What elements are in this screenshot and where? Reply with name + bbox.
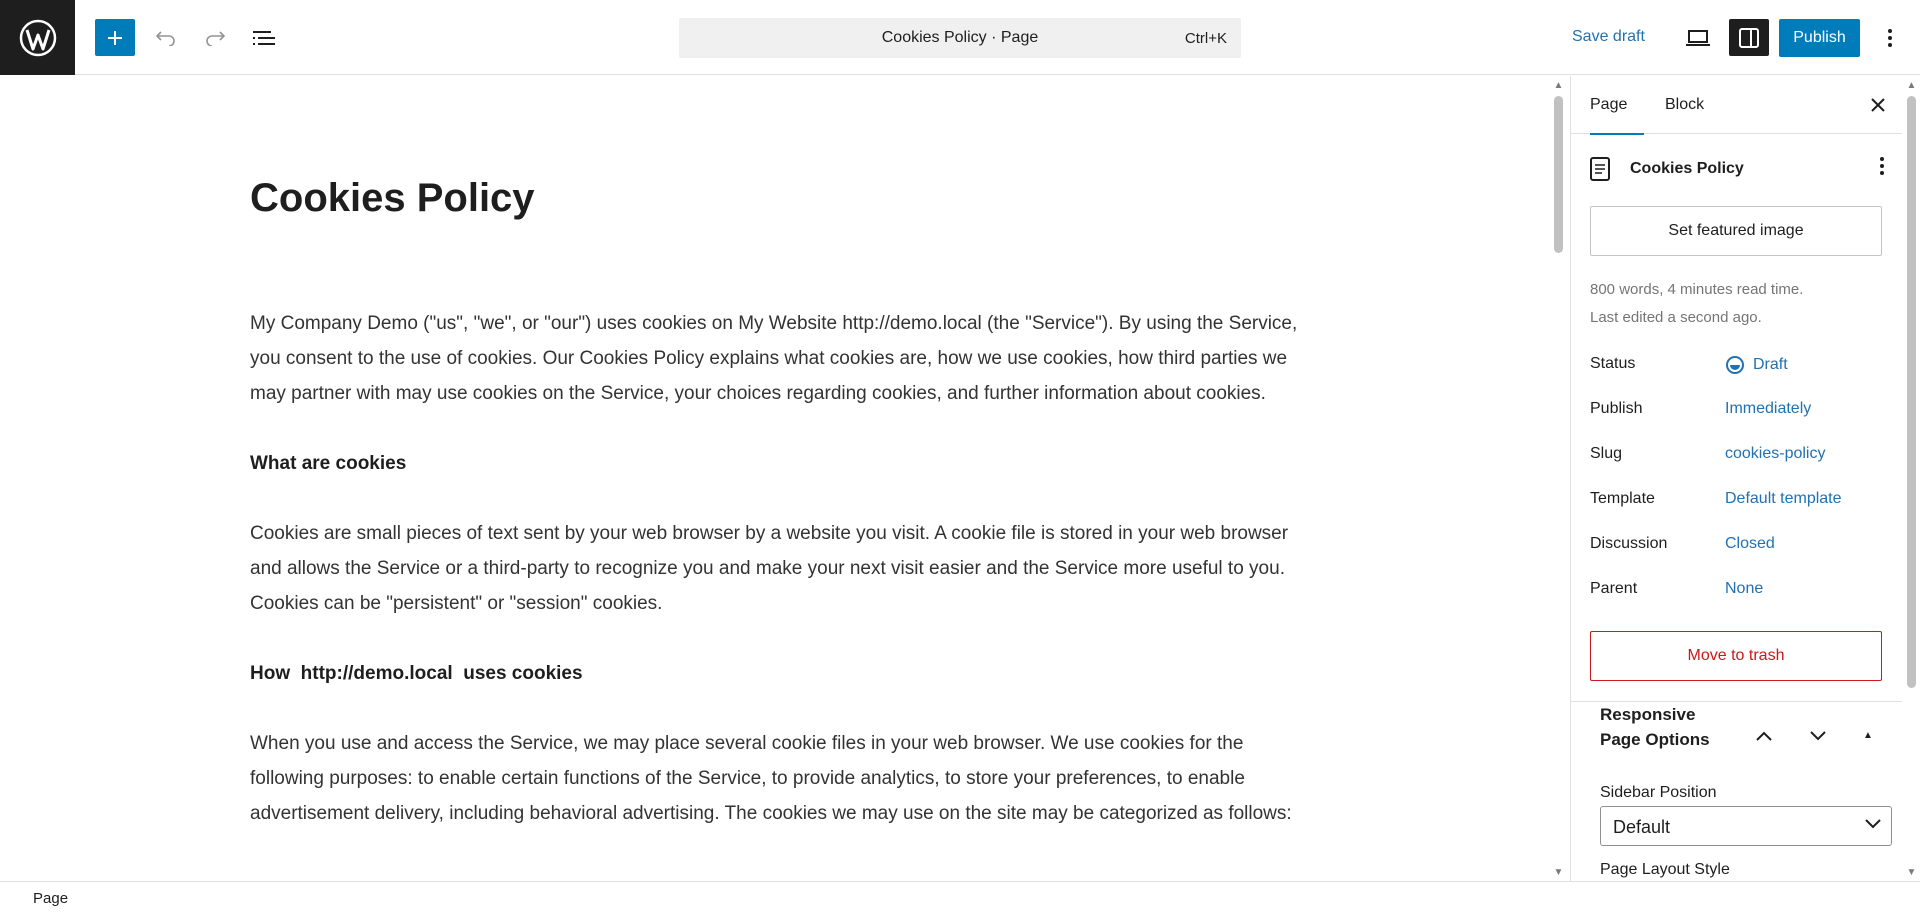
slug-label: Slug bbox=[1590, 445, 1623, 462]
kebab-menu-icon bbox=[1888, 28, 1892, 47]
row-publish: Publish Immediately bbox=[1590, 394, 1882, 424]
chevron-up-icon bbox=[1756, 731, 1772, 741]
move-panel-up-button[interactable] bbox=[1749, 721, 1779, 751]
add-block-button[interactable] bbox=[95, 19, 135, 56]
post-content: My Company Demo ("us", "we", or "our") u… bbox=[250, 306, 1310, 866]
responsive-options-title: Responsive Page Options bbox=[1600, 705, 1710, 749]
scrollbar-thumb[interactable] bbox=[1554, 96, 1563, 253]
discussion-label: Discussion bbox=[1590, 535, 1668, 552]
slug-button[interactable]: cookies-policy bbox=[1725, 445, 1825, 463]
page-icon bbox=[1590, 157, 1610, 181]
editor-header: Cookies Policy · Page Ctrl+K Save draft … bbox=[0, 0, 1920, 75]
status-value: Draft bbox=[1753, 356, 1788, 373]
row-slug: Slug cookies-policy bbox=[1590, 439, 1882, 469]
row-status: Status Draft bbox=[1590, 349, 1882, 379]
status-label: Status bbox=[1590, 355, 1636, 372]
list-view-icon bbox=[253, 30, 275, 45]
sidebar-tabs: Page Block bbox=[1571, 76, 1902, 135]
template-label: Template bbox=[1590, 490, 1655, 507]
breadcrumb-page[interactable]: Page bbox=[33, 890, 68, 907]
last-edited: Last edited a second ago. bbox=[1590, 309, 1762, 326]
post-summary-card: Cookies Policy bbox=[1590, 154, 1890, 184]
collapse-panel-toggle-icon[interactable]: ▲ bbox=[1859, 726, 1877, 744]
close-sidebar-button[interactable] bbox=[1865, 92, 1891, 118]
status-value-button[interactable]: Draft bbox=[1725, 355, 1788, 375]
redo-icon bbox=[206, 30, 226, 46]
options-menu-button[interactable] bbox=[1872, 19, 1908, 56]
tab-page[interactable]: Page bbox=[1590, 76, 1644, 135]
save-draft-button[interactable]: Save draft bbox=[1572, 28, 1645, 46]
template-button[interactable]: Default template bbox=[1725, 490, 1842, 508]
preview-button[interactable] bbox=[1680, 19, 1716, 56]
publish-label: Publish bbox=[1590, 400, 1643, 417]
scrollbar-thumb[interactable] bbox=[1907, 96, 1916, 688]
document-title-label: Cookies Policy · Page bbox=[881, 29, 1039, 46]
sidebar-scrollbar[interactable]: ▲ ▼ bbox=[1904, 76, 1919, 881]
parent-label: Parent bbox=[1590, 580, 1638, 597]
publish-button[interactable]: Publish bbox=[1779, 19, 1860, 57]
draft-status-icon bbox=[1726, 356, 1744, 374]
scroll-down-arrow-icon[interactable]: ▼ bbox=[1904, 865, 1919, 879]
heading-block[interactable]: What are cookies bbox=[250, 446, 1310, 481]
document-overview-button[interactable] bbox=[246, 19, 282, 56]
page-layout-style-label: Page Layout Style bbox=[1600, 861, 1730, 878]
publish-date-button[interactable]: Immediately bbox=[1725, 400, 1811, 418]
tab-block[interactable]: Block bbox=[1665, 76, 1715, 134]
block-breadcrumb-bar: Page bbox=[0, 881, 1920, 912]
discussion-button[interactable]: Closed bbox=[1725, 535, 1775, 553]
chevron-down-icon bbox=[1810, 731, 1826, 741]
sidebar-position-value: Default bbox=[1613, 817, 1671, 837]
settings-toggle-button[interactable] bbox=[1729, 19, 1769, 56]
command-palette-bar[interactable]: Cookies Policy · Page Ctrl+K bbox=[679, 18, 1241, 58]
wordpress-logo-icon[interactable] bbox=[0, 0, 75, 75]
chevron-down-icon bbox=[1865, 819, 1881, 829]
settings-sidebar: Page Block Cookies Policy Set featured i… bbox=[1570, 76, 1902, 881]
heading-block[interactable]: How http://demo.local uses cookies bbox=[250, 656, 1310, 691]
word-count: 800 words, 4 minutes read time. bbox=[1590, 281, 1804, 298]
row-parent: Parent None bbox=[1590, 574, 1882, 604]
move-panel-down-button[interactable] bbox=[1803, 721, 1833, 751]
scroll-up-arrow-icon[interactable]: ▲ bbox=[1904, 78, 1919, 92]
undo-button[interactable] bbox=[148, 19, 184, 56]
scroll-down-arrow-icon[interactable]: ▼ bbox=[1551, 865, 1566, 879]
editor-canvas[interactable]: Cookies Policy My Company Demo ("us", "w… bbox=[0, 76, 1550, 881]
paragraph-block[interactable]: My Company Demo ("us", "we", or "our") u… bbox=[250, 306, 1310, 411]
scroll-up-arrow-icon[interactable]: ▲ bbox=[1551, 78, 1566, 92]
plus-icon bbox=[108, 30, 122, 45]
sidebar-position-select[interactable]: Default bbox=[1600, 806, 1892, 846]
desktop-preview-icon bbox=[1686, 29, 1710, 46]
close-icon bbox=[1871, 98, 1885, 112]
paragraph-block[interactable]: Cookies are small pieces of text sent by… bbox=[250, 516, 1310, 621]
set-featured-image-button[interactable]: Set featured image bbox=[1590, 206, 1882, 256]
post-meta-info: 800 words, 4 minutes read time. Last edi… bbox=[1590, 276, 1803, 332]
sidebar-position-label: Sidebar Position bbox=[1600, 784, 1717, 801]
sidebar-toggle-icon bbox=[1739, 27, 1759, 48]
move-to-trash-button[interactable]: Move to trash bbox=[1590, 631, 1882, 681]
parent-button[interactable]: None bbox=[1725, 580, 1763, 598]
post-title[interactable]: Cookies Policy bbox=[250, 176, 535, 221]
shortcut-hint: Ctrl+K bbox=[1184, 30, 1227, 47]
post-actions-kebab-icon[interactable] bbox=[1879, 156, 1885, 176]
row-template: Template Default template bbox=[1590, 484, 1882, 514]
redo-button[interactable] bbox=[197, 19, 233, 56]
paragraph-block[interactable]: When you use and access the Service, we … bbox=[250, 726, 1310, 831]
post-summary-title: Cookies Policy bbox=[1630, 160, 1744, 177]
row-discussion: Discussion Closed bbox=[1590, 529, 1882, 559]
canvas-scrollbar[interactable]: ▲ ▼ bbox=[1551, 76, 1566, 881]
undo-icon bbox=[155, 30, 175, 46]
